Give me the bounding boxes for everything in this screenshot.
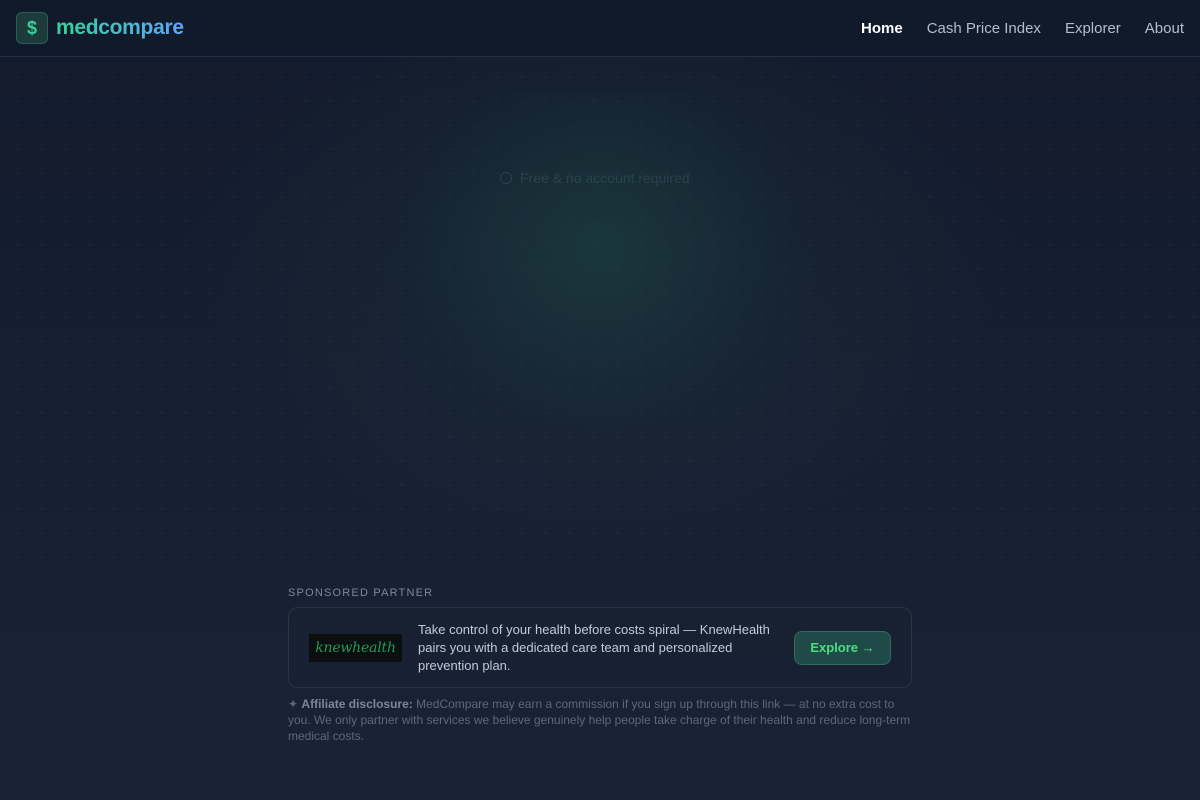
logo-glyph: $ [26, 17, 37, 38]
brand-name: medcompare [56, 16, 184, 39]
nav-home[interactable]: Home [861, 20, 903, 37]
page: Free & no account required $ medcompare … [0, 0, 1200, 800]
explore-button[interactable]: Explore → [794, 630, 891, 665]
sponsored-section: SPONSORED PARTNER knewhealth Take contro… [288, 587, 912, 744]
brand-link[interactable]: $ medcompare [16, 12, 184, 44]
partner-logo-text: knewhealth [315, 639, 396, 656]
sponsored-label: SPONSORED PARTNER [288, 587, 434, 599]
dollar-logo-icon: $ [16, 12, 48, 44]
check-circle-icon [500, 172, 512, 184]
main-nav: Home Cash Price Index Explorer About [861, 20, 1184, 37]
hero-faded-note: Free & no account required [500, 170, 720, 186]
sponsored-description: Take control of your health before costs… [418, 621, 770, 673]
nav-explorer[interactable]: Explorer [1065, 20, 1121, 37]
disclosure-title: Affiliate disclosure: [301, 697, 413, 711]
top-header: $ medcompare Home Cash Price Index Explo… [0, 0, 1200, 57]
affiliate-disclosure: ✦ Affiliate disclosure: MedCompare may e… [288, 696, 912, 744]
nav-about[interactable]: About [1145, 20, 1184, 37]
sponsored-card: knewhealth Take control of your health b… [288, 607, 912, 688]
hero-panel [410, 90, 790, 430]
partner-logo[interactable]: knewhealth [309, 633, 402, 662]
hero-faded-note-text: Free & no account required [520, 170, 690, 186]
sparkle-icon: ✦ [288, 697, 299, 711]
nav-cash-price-index[interactable]: Cash Price Index [927, 20, 1041, 37]
